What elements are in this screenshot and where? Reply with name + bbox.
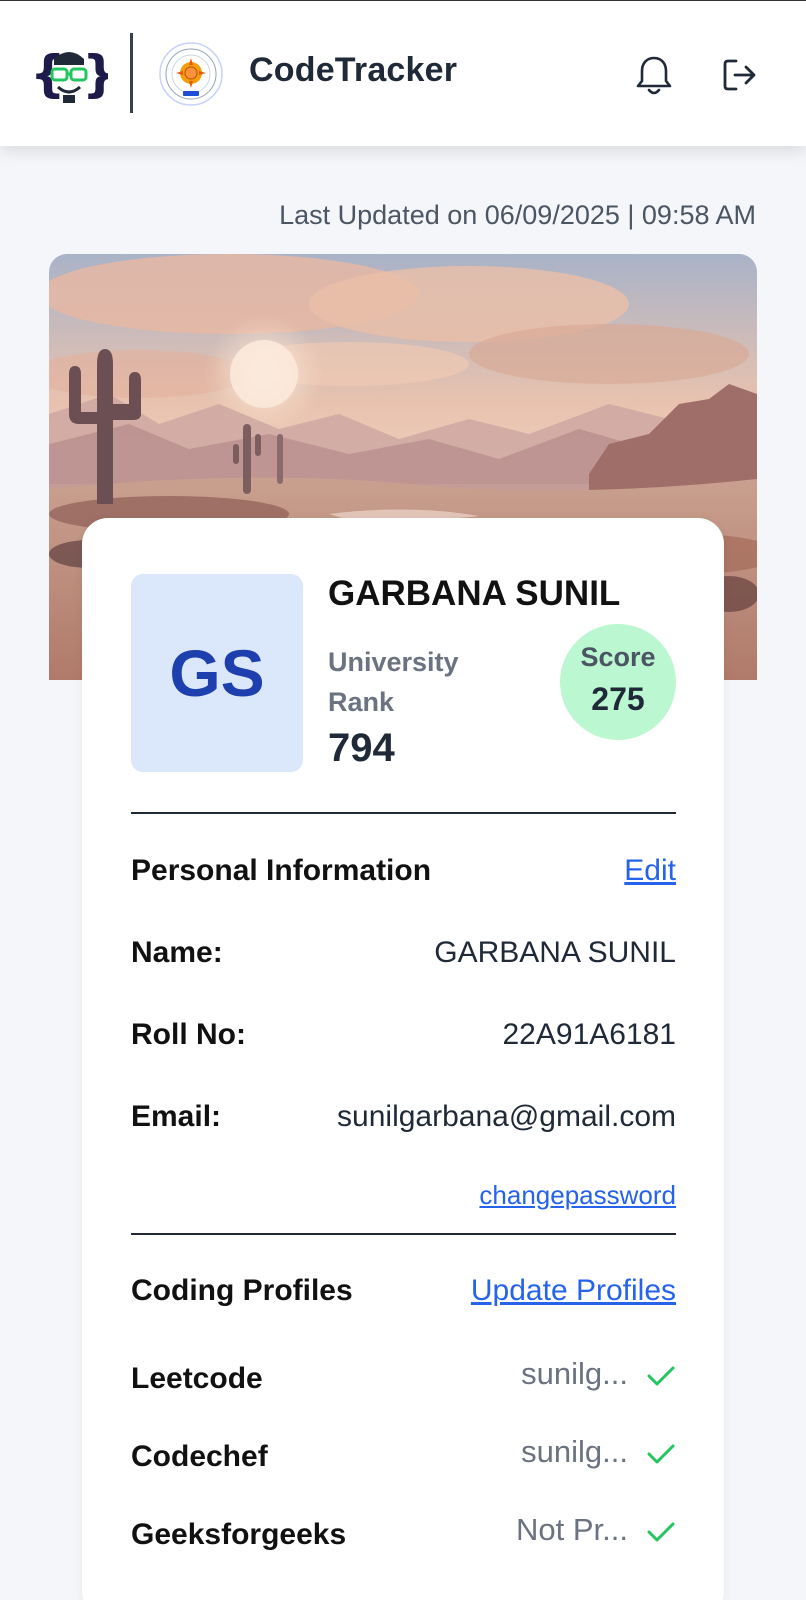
- platform-geeksforgeeks-label: Geeksforgeeks: [131, 1518, 347, 1551]
- geeksforgeeks-handle: Not Pr...: [516, 1512, 628, 1547]
- update-profiles-link[interactable]: Update Profiles: [471, 1274, 676, 1308]
- leetcode-handle: sunilg...: [521, 1356, 628, 1391]
- app-header: { } CodeTracker: [0, 0, 806, 146]
- score-label: Score: [580, 642, 656, 672]
- logout-icon[interactable]: [720, 55, 760, 95]
- bell-icon[interactable]: [634, 53, 674, 97]
- edit-link[interactable]: Edit: [624, 854, 676, 888]
- score-badge: Score 275: [560, 624, 676, 740]
- coding-profiles-title: Coding Profiles: [131, 1274, 353, 1307]
- email-value: sunilgarbana@gmail.com: [337, 1100, 676, 1133]
- section-divider: [131, 1233, 676, 1235]
- avatar: GS: [131, 574, 303, 772]
- codechef-handle: sunilg...: [521, 1434, 628, 1469]
- profile-name: GARBANA SUNIL: [328, 574, 621, 613]
- verified-check-icon: [647, 1522, 675, 1542]
- section-divider: [131, 812, 676, 814]
- verified-check-icon: [647, 1366, 675, 1386]
- header-divider: [130, 33, 133, 113]
- svg-text:{: {: [30, 45, 66, 103]
- name-value: GARBANA SUNIL: [434, 936, 676, 969]
- university-rank-label: University Rank: [328, 647, 459, 717]
- codetracker-logo-icon[interactable]: { }: [30, 39, 108, 109]
- roll-no-value: 22A91A6181: [502, 1018, 677, 1051]
- personal-info-title: Personal Information: [131, 854, 432, 887]
- avatar-initials: GS: [169, 636, 265, 710]
- university-rank-value: 794: [328, 726, 395, 770]
- platform-leetcode-label: Leetcode: [131, 1362, 263, 1395]
- email-label: Email:: [131, 1100, 222, 1133]
- change-password-link[interactable]: changepassword: [479, 1180, 676, 1211]
- profile-card: GS GARBANA SUNIL University Rank 794 Sco…: [82, 518, 724, 1600]
- roll-no-label: Roll No:: [131, 1018, 246, 1051]
- score-value: 275: [591, 681, 645, 717]
- name-label: Name:: [131, 936, 223, 969]
- verified-check-icon: [647, 1444, 675, 1464]
- last-updated-text: Last Updated on 06/09/2025 | 09:58 AM: [279, 200, 756, 230]
- platform-codechef-label: Codechef: [131, 1440, 268, 1473]
- app-title: CodeTracker: [249, 51, 458, 89]
- college-logo-icon: [159, 42, 223, 106]
